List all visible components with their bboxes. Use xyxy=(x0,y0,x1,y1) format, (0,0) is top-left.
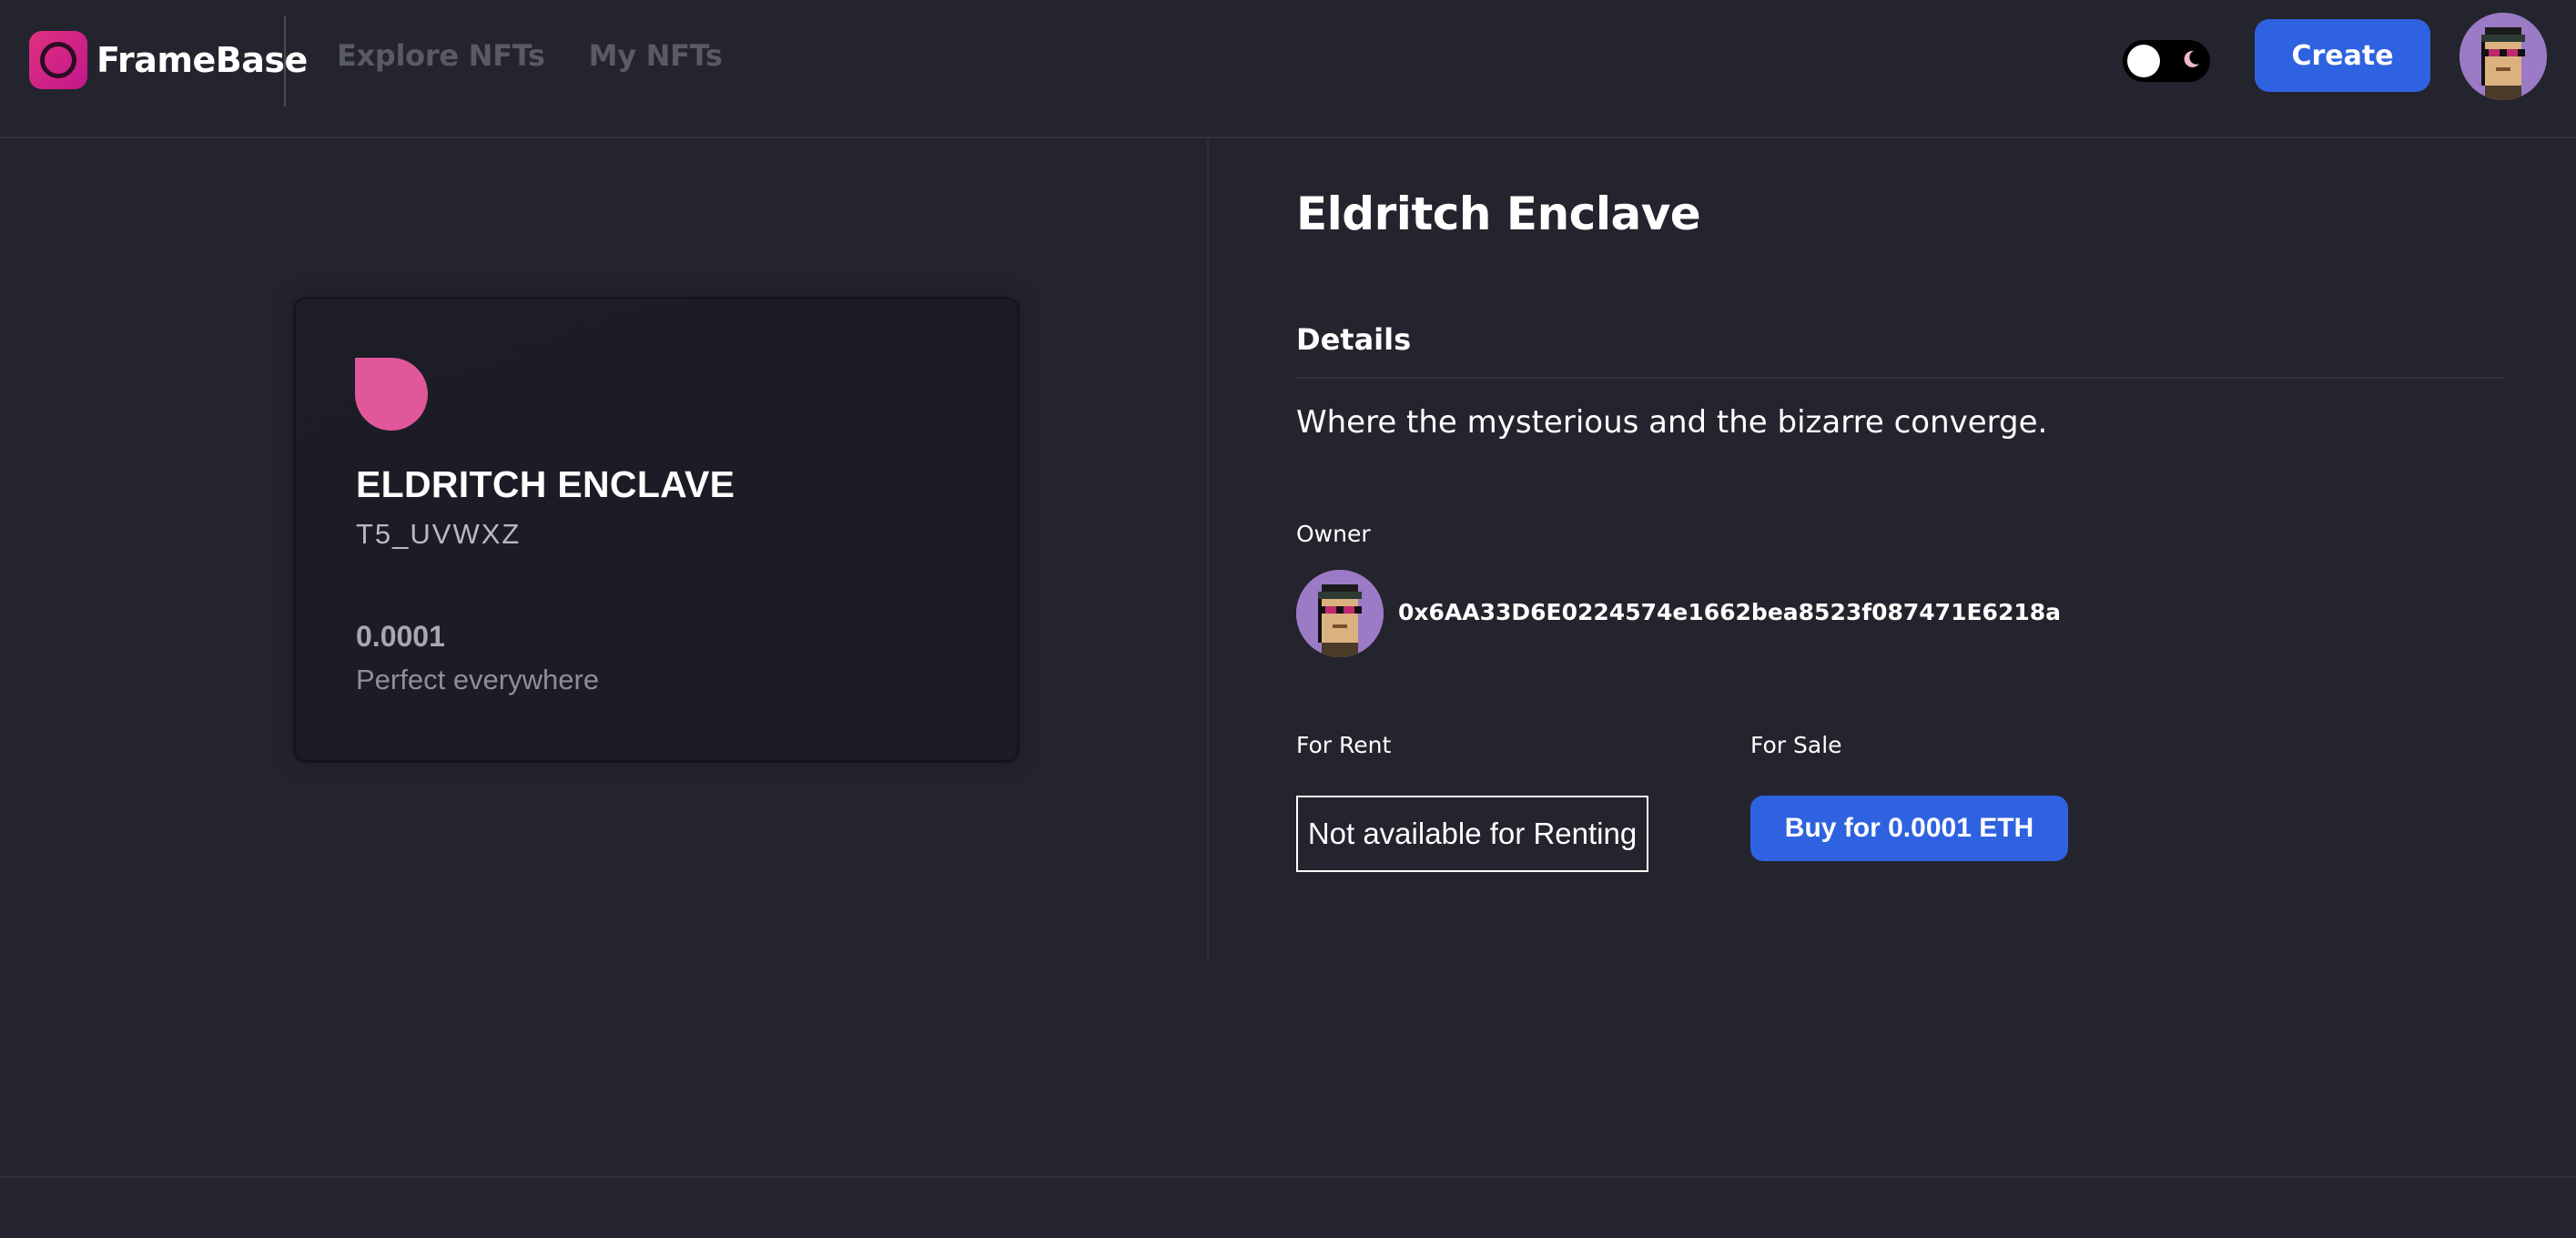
nft-card: ELDRITCH ENCLAVE T5_UVWXZ 0.0001 Perfect… xyxy=(293,297,1019,763)
details-divider xyxy=(1296,377,2503,379)
create-button[interactable]: Create xyxy=(2255,19,2430,92)
card-nft-price: 0.0001 xyxy=(356,620,445,653)
owner-address[interactable]: 0x6AA33D6E0224574e1662bea8523f087471E621… xyxy=(1398,599,2061,625)
header-divider xyxy=(284,15,286,107)
owner-avatar-icon[interactable] xyxy=(1296,570,1384,657)
for-sale-label: For Sale xyxy=(1750,732,1842,758)
card-nft-name: ELDRITCH ENCLAVE xyxy=(356,463,735,505)
details-heading: Details xyxy=(1296,322,1412,357)
rent-status-box: Not available for Renting xyxy=(1296,796,1648,872)
card-nft-symbol: T5_UVWXZ xyxy=(356,518,522,550)
brand-name: FrameBase xyxy=(96,40,308,80)
nft-description: Where the mysterious and the bizarre con… xyxy=(1296,404,2048,441)
top-header: FrameBase Explore NFTs My NFTs Create xyxy=(0,0,2576,138)
nft-title: Eldritch Enclave xyxy=(1296,188,1701,240)
main-nav: Explore NFTs My NFTs xyxy=(337,38,723,73)
column-divider xyxy=(1207,139,1209,959)
framebase-logo-icon xyxy=(29,31,87,89)
theme-toggle[interactable] xyxy=(2123,40,2210,82)
owner-label: Owner xyxy=(1296,521,1371,547)
moon-icon xyxy=(2184,50,2199,67)
user-avatar-icon[interactable] xyxy=(2459,13,2547,100)
nav-explore-nfts[interactable]: Explore NFTs xyxy=(337,38,545,73)
card-nft-description: Perfect everywhere xyxy=(356,664,600,695)
footer-divider xyxy=(0,1176,2576,1178)
nav-my-nfts[interactable]: My NFTs xyxy=(589,38,723,73)
for-rent-label: For Rent xyxy=(1296,732,1392,758)
buy-button[interactable]: Buy for 0.0001 ETH xyxy=(1750,796,2068,861)
drop-icon xyxy=(355,358,428,431)
toggle-knob xyxy=(2127,45,2160,77)
brand-logo[interactable]: FrameBase xyxy=(29,31,308,89)
